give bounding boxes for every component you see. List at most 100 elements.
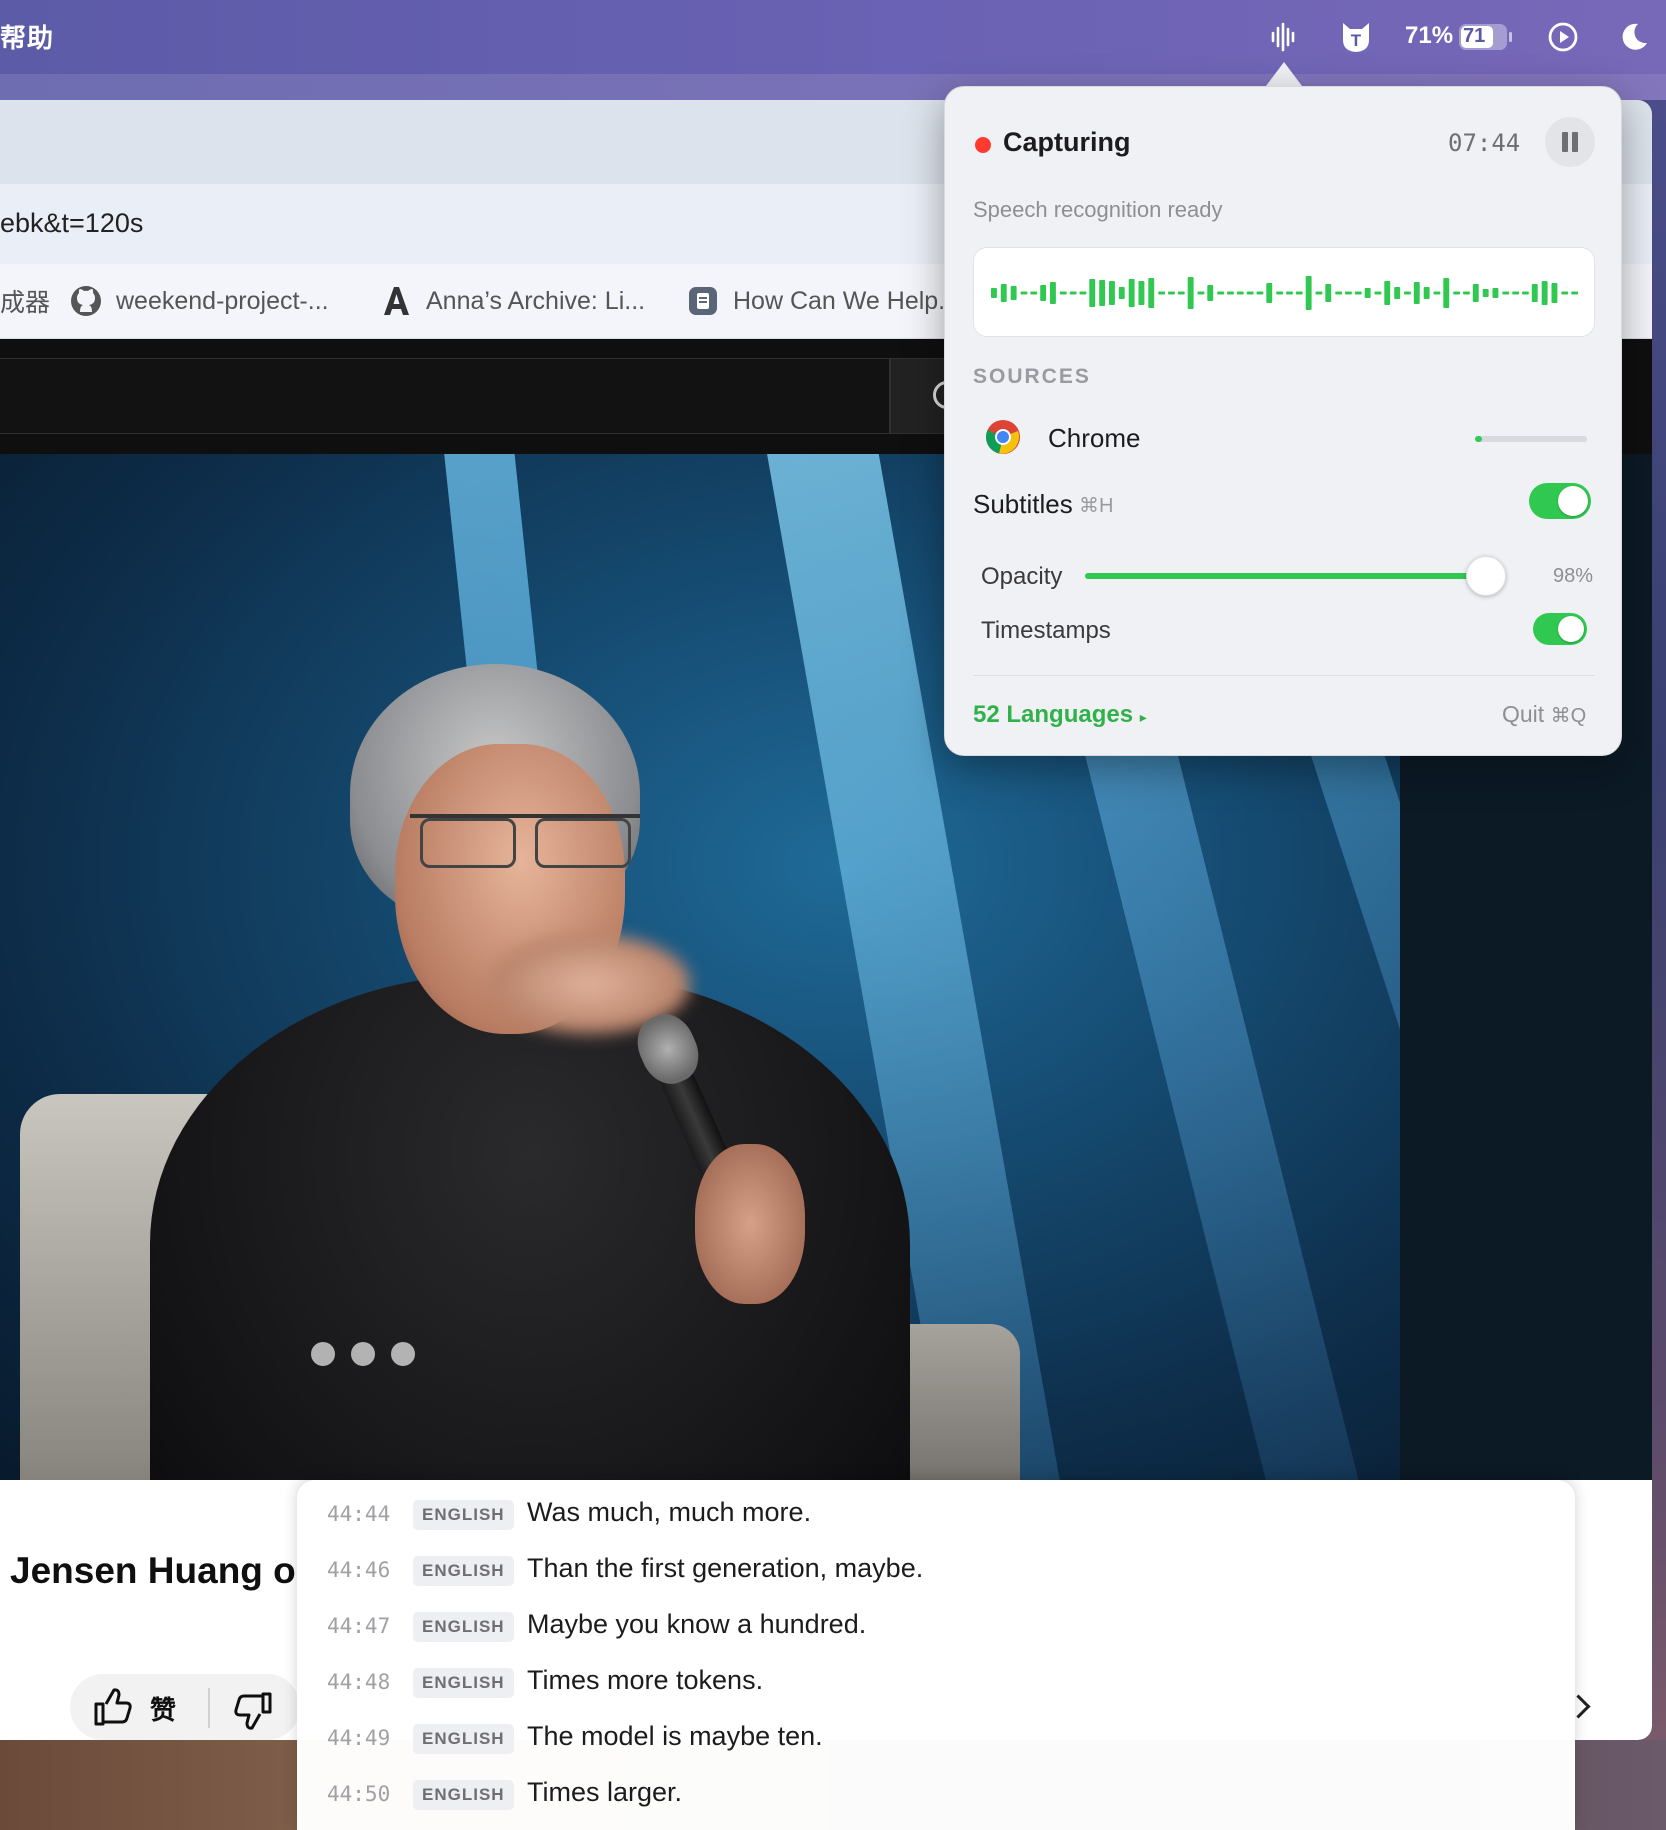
opacity-slider-handle[interactable] — [1466, 556, 1506, 596]
waveform-bar — [1089, 279, 1096, 307]
subtitle-text: Times more tokens. — [527, 1665, 764, 1695]
subtitles-toggle[interactable] — [1529, 483, 1591, 519]
loading-dots-icon — [311, 1342, 415, 1366]
github-icon — [70, 285, 102, 317]
subtitle-row: 44:49 ENGLISH The model is maybe ten. — [297, 1716, 1575, 1766]
waveform-bar — [1010, 286, 1017, 300]
bookmark-item-annas-archive[interactable]: Anna’s Archive: Li... — [380, 283, 645, 319]
bookmark-label: How Can We Help... — [733, 286, 960, 315]
like-button[interactable]: 赞 — [150, 1690, 176, 1727]
bookmark-item[interactable]: 成器 — [0, 283, 50, 319]
subtitle-overlay: 44:44 ENGLISH Was much, much more. 44:46… — [297, 1480, 1575, 1830]
subtitle-row: 44:50 ENGLISH Times larger. — [297, 1772, 1575, 1822]
thumbs-up-icon[interactable] — [92, 1686, 134, 1733]
subtitle-text: Was much, much more. — [527, 1497, 812, 1527]
waveform-bar — [1571, 291, 1579, 295]
popover-arrow — [1266, 62, 1302, 86]
subtitle-timestamp: 44:47 — [327, 1614, 391, 1638]
waveform-bar — [1207, 285, 1214, 301]
subtitle-timestamp: 44:50 — [327, 1782, 391, 1806]
waveform-bar — [1463, 291, 1470, 295]
subtitle-language-badge: ENGLISH — [413, 1556, 514, 1586]
subtitle-language-badge: ENGLISH — [413, 1612, 514, 1642]
waveform-bar — [1138, 281, 1145, 305]
audio-waveform — [973, 247, 1595, 337]
timestamps-label: Timestamps — [981, 617, 1111, 644]
waveform-bar — [1394, 287, 1401, 299]
subtitle-timestamp: 44:49 — [327, 1726, 391, 1750]
pause-button[interactable] — [1545, 117, 1595, 167]
waveform-bar — [1030, 291, 1038, 295]
waveform-bar — [991, 288, 997, 298]
bookmark-label: Anna’s Archive: Li... — [426, 286, 646, 315]
capture-status: Capturing — [1003, 127, 1131, 157]
sources-heading: SOURCES — [973, 365, 1091, 388]
waveform-bar — [1109, 281, 1115, 305]
thumbs-down-icon[interactable] — [232, 1690, 274, 1737]
subtitle-timestamp: 44:48 — [327, 1670, 391, 1694]
waveform-bar — [1433, 291, 1441, 295]
waveform-bar — [1050, 282, 1056, 304]
waveform-bar — [1413, 282, 1420, 304]
bookmark-item-github[interactable]: weekend-project-... — [70, 283, 329, 319]
waveform-bar — [1236, 291, 1244, 295]
subtitle-language-badge: ENGLISH — [413, 1500, 514, 1530]
play-circle-icon[interactable] — [1545, 18, 1581, 56]
waveform-bar — [1246, 291, 1254, 295]
subtitle-text: Times larger. — [527, 1777, 683, 1807]
waveform-bar — [1069, 291, 1077, 295]
waveform-bar — [1315, 291, 1323, 295]
waveform-bar — [1531, 284, 1538, 302]
waveform-bar — [1345, 291, 1352, 295]
waveform-bar — [1325, 284, 1332, 302]
waveform-bar — [1453, 291, 1461, 295]
moon-icon[interactable] — [1616, 18, 1652, 56]
recording-dot-icon — [975, 137, 991, 153]
waveform-bar — [1404, 291, 1411, 295]
languages-link[interactable]: 52 Languages ▸ — [973, 701, 1147, 729]
timestamps-toggle[interactable] — [1533, 613, 1587, 645]
quit-label: Quit — [1502, 701, 1545, 727]
waveform-bar — [1197, 291, 1205, 295]
waveform-bar — [1020, 291, 1028, 295]
waveform-bar — [1099, 280, 1106, 306]
waveform-bar — [1423, 287, 1430, 299]
waveform-bar — [1502, 291, 1510, 295]
menu-help[interactable]: 帮助 — [0, 18, 54, 55]
cat-shield-icon[interactable]: T — [1338, 18, 1374, 56]
subtitle-language-badge: ENGLISH — [413, 1724, 514, 1754]
waveform-bar — [1364, 288, 1371, 298]
subtitle-timestamp: 44:44 — [327, 1502, 391, 1526]
opacity-slider[interactable] — [1085, 573, 1485, 579]
waveform-bar — [1512, 291, 1520, 295]
subtitle-row: 44:47 ENGLISH Maybe you know a hundred. — [297, 1604, 1575, 1654]
waveform-bar — [1256, 291, 1264, 295]
waveform-bar — [1187, 277, 1194, 309]
bookmark-item-help[interactable]: How Can We Help... — [687, 283, 959, 319]
url-text[interactable]: ebk&t=120s — [0, 208, 143, 239]
search-input[interactable] — [0, 358, 890, 434]
battery-icon[interactable]: 71 — [1459, 24, 1512, 50]
waveform-bar — [1374, 291, 1382, 295]
waveform-icon[interactable] — [1268, 18, 1300, 56]
waveform-bar — [1335, 291, 1343, 295]
waveform-bar — [1227, 291, 1234, 295]
waveform-bar — [1266, 283, 1273, 303]
battery-percent: 71% — [1405, 22, 1454, 49]
waveform-bar — [1305, 276, 1312, 310]
waveform-bar — [1384, 281, 1391, 305]
subtitle-text: Than the first generation, maybe. — [527, 1553, 924, 1583]
quit-button[interactable]: Quit ⌘Q — [1502, 701, 1586, 728]
subtitle-language-badge: ENGLISH — [413, 1780, 514, 1810]
subtitle-row: 44:44 ENGLISH Was much, much more. — [297, 1492, 1575, 1542]
subtitle-text: Maybe you know a hundred. — [527, 1609, 867, 1639]
capture-popover: Capturing 07:44 Speech recognition ready… — [944, 86, 1622, 756]
languages-label: 52 Languages — [973, 701, 1134, 728]
chevron-right-icon: ▸ — [1139, 709, 1147, 725]
annas-archive-icon — [380, 285, 412, 317]
waveform-bar — [1059, 291, 1067, 295]
waveform-bar — [1295, 291, 1303, 295]
subtitle-row: 44:46 ENGLISH Than the first generation,… — [297, 1548, 1575, 1598]
glasses — [410, 814, 640, 868]
opacity-value: 98% — [1553, 565, 1594, 587]
